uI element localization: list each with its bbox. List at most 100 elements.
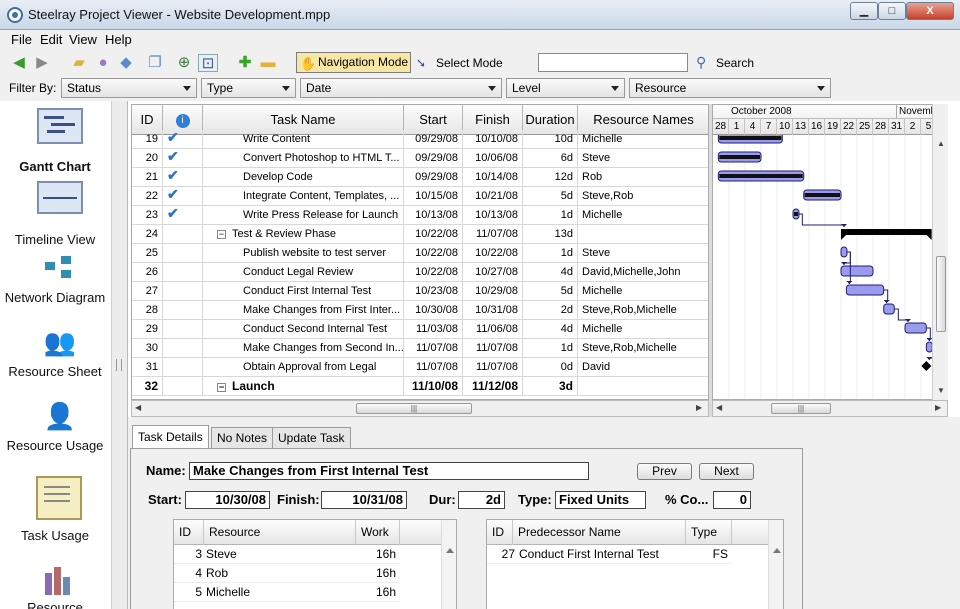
scroll-right-icon[interactable]: ▶	[935, 403, 941, 412]
col-res-work[interactable]: Work	[356, 520, 400, 545]
collapse-toggle-icon[interactable]: −	[217, 230, 226, 239]
zoom-in-icon[interactable]: ⊕	[174, 54, 194, 72]
resource-graph-icon[interactable]	[37, 565, 83, 597]
view-resource-usage[interactable]: Resource Usage	[0, 437, 110, 454]
table-row[interactable]: 19 ✔ Write Content 09/29/08 10/10/08 10d Miche…	[132, 130, 708, 149]
col-pred-type[interactable]: Type	[686, 520, 732, 545]
scroll-thumb[interactable]: |||	[771, 403, 831, 414]
network-diagram-icon[interactable]	[37, 256, 83, 281]
next-button[interactable]: Next	[699, 463, 754, 480]
task-name-text: Conduct First Internal Test	[243, 285, 372, 297]
search-button[interactable]: ⚲ Search	[696, 54, 754, 72]
select-mode-button[interactable]: ➘ Select Mode	[416, 54, 503, 72]
scroll-up-icon[interactable]	[773, 548, 781, 553]
col-pred-name[interactable]: Predecessor Name	[513, 520, 686, 545]
timeline-icon[interactable]	[37, 181, 83, 214]
start-field[interactable]: 10/30/08	[185, 491, 270, 509]
open-server-icon[interactable]: ◆	[116, 54, 136, 72]
resource-sheet-icon[interactable]: 👥	[37, 327, 83, 359]
view-timeline[interactable]: Timeline View	[0, 231, 110, 248]
tab-no-notes[interactable]: No Notes	[211, 427, 274, 449]
cell-finish: 10/31/08	[463, 301, 523, 320]
table-row[interactable]: 25 Publish website to test server 10/22/08…	[132, 244, 708, 263]
gantt-vscrollbar[interactable]: ▲ ▼	[932, 104, 948, 400]
col-res-name[interactable]: Resource	[204, 520, 356, 545]
table-row[interactable]: 26 Conduct Legal Review 10/22/08 10/27/08 4d…	[132, 263, 708, 282]
complete-check-icon: ✔	[167, 149, 179, 164]
col-pred-id[interactable]: ID	[487, 520, 513, 545]
scroll-thumb[interactable]: |||	[356, 403, 472, 414]
collapse-minus-icon[interactable]: ▬	[258, 54, 278, 72]
table-row[interactable]: 24− Test & Review Phase 10/22/08 11/07/08 13…	[132, 225, 708, 244]
list-item[interactable]: 27 Conduct First Internal Test FS	[487, 545, 732, 564]
collapse-toggle-icon[interactable]: −	[217, 383, 226, 392]
table-row[interactable]: 32− Launch 11/10/08 11/12/08 3d	[132, 377, 708, 396]
predecessors-vscrollbar[interactable]	[768, 520, 783, 609]
scroll-down-icon[interactable]: ▼	[937, 386, 945, 395]
cell-task-name: − Test & Review Phase	[203, 225, 404, 244]
table-row[interactable]: 29 Conduct Second Internal Test 11/03/08 11…	[132, 320, 708, 339]
list-item[interactable]: 5 Michelle 16h	[174, 583, 400, 602]
cell-duration: 3d	[523, 377, 578, 396]
expand-plus-icon[interactable]: ✚	[235, 54, 255, 72]
menu-file[interactable]: File	[11, 32, 32, 47]
navigation-mode-button[interactable]: ✋ Navigation Mode	[296, 52, 411, 73]
percent-complete-field[interactable]: 0	[713, 491, 751, 509]
status-filter-select[interactable]: Status	[61, 78, 197, 98]
open-folder-icon[interactable]: ▰	[69, 54, 89, 72]
menu-view[interactable]: View	[69, 32, 97, 47]
prev-button[interactable]: Prev	[637, 463, 692, 480]
resource-usage-icon[interactable]: 👤	[37, 401, 83, 433]
task-grid-hscrollbar[interactable]: ◀ ||| ▶	[131, 400, 709, 417]
minimize-button[interactable]: ▁	[850, 2, 878, 20]
scroll-up-icon[interactable]	[446, 548, 454, 553]
maximize-button[interactable]: □	[878, 2, 906, 20]
finish-field[interactable]: 10/31/08	[321, 491, 407, 509]
list-item[interactable]: 3 Steve 16h	[174, 545, 400, 564]
task-usage-icon[interactable]	[36, 476, 82, 520]
copy-icon[interactable]: ❐	[145, 54, 165, 72]
col-res-id[interactable]: ID	[174, 520, 204, 545]
gantt-hscrollbar[interactable]: ◀ ||| ▶	[712, 400, 948, 417]
close-button[interactable]: X	[906, 2, 954, 20]
zoom-fit-icon[interactable]: ⊡	[198, 54, 218, 72]
table-row[interactable]: 30 Make Changes from Second In... 11/07/08…	[132, 339, 708, 358]
gantt-chart-icon[interactable]	[37, 108, 83, 144]
resource-filter-select[interactable]: Resource	[629, 78, 831, 98]
resources-vscrollbar[interactable]	[441, 520, 456, 609]
menu-help[interactable]: Help	[105, 32, 132, 47]
table-row[interactable]: 31 Obtain Approval from Legal 11/07/08 11/0…	[132, 358, 708, 377]
view-resource-sheet[interactable]: Resource Sheet	[0, 363, 110, 380]
duration-field[interactable]: 2d	[458, 491, 505, 509]
open-network-icon[interactable]: ●	[93, 54, 113, 72]
table-row[interactable]: 21 ✔ Develop Code 09/29/08 10/14/08 12d Rob	[132, 168, 708, 187]
scroll-left-icon[interactable]: ◀	[135, 403, 141, 412]
type-filter-select[interactable]: Type	[201, 78, 296, 98]
scroll-right-icon[interactable]: ▶	[696, 403, 702, 412]
back-arrow-icon[interactable]: ◀	[9, 54, 29, 72]
scroll-thumb[interactable]	[936, 256, 946, 332]
forward-arrow-icon[interactable]: ▶	[32, 54, 52, 72]
cell-id: 31	[132, 358, 163, 377]
list-item[interactable]: 4 Rob 16h	[174, 564, 400, 583]
task-name-field[interactable]: Make Changes from First Internal Test	[189, 462, 589, 480]
type-field[interactable]: Fixed Units	[555, 491, 646, 509]
view-task-usage[interactable]: Task Usage	[0, 527, 110, 544]
view-gantt-chart[interactable]: Gantt Chart	[0, 158, 110, 175]
date-filter-select[interactable]: Date	[300, 78, 502, 98]
search-input[interactable]	[538, 53, 688, 72]
table-row[interactable]: 22 ✔ Integrate Content, Templates, ... 10/1…	[132, 187, 708, 206]
view-bar-scrollbar[interactable]	[111, 101, 127, 609]
table-row[interactable]: 28 Make Changes from First Inter... 10/30/…	[132, 301, 708, 320]
tab-update-task[interactable]: Update Task	[272, 427, 351, 449]
menu-edit[interactable]: Edit	[40, 32, 62, 47]
view-network-diagram[interactable]: Network Diagram	[0, 289, 110, 306]
table-row[interactable]: 20 ✔ Convert Photoshop to HTML T... 09/29/0…	[132, 149, 708, 168]
level-filter-select[interactable]: Level	[506, 78, 625, 98]
tab-task-details[interactable]: Task Details	[132, 425, 209, 449]
table-row[interactable]: 27 Conduct First Internal Test 10/23/08 10/…	[132, 282, 708, 301]
view-resource-graph[interactable]: Resource	[0, 599, 110, 609]
table-row[interactable]: 23 ✔ Write Press Release for Launch 10/13/0…	[132, 206, 708, 225]
scroll-up-icon[interactable]: ▲	[937, 139, 945, 148]
scroll-left-icon[interactable]: ◀	[716, 403, 722, 412]
